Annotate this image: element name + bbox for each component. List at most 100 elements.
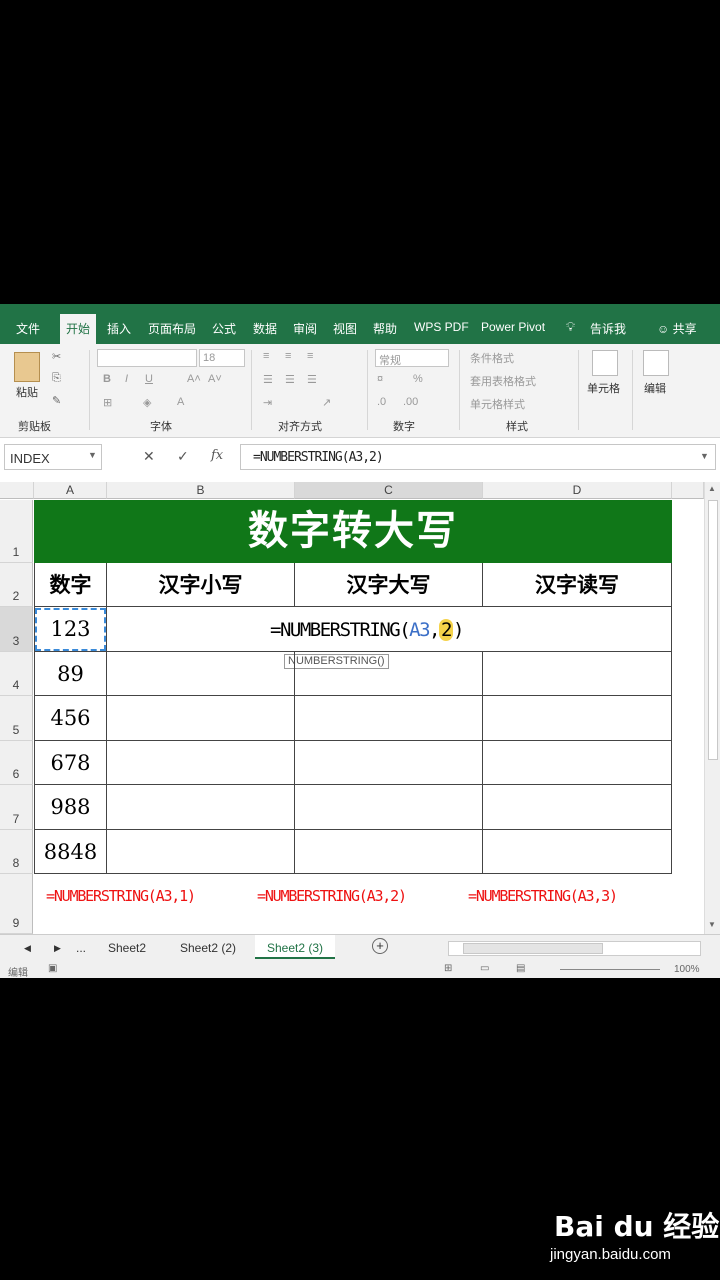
decrease-font-icon[interactable]: A˅ xyxy=(208,373,222,385)
horizontal-scrollbar[interactable] xyxy=(448,941,701,956)
increase-decimal-icon[interactable]: .0 xyxy=(377,396,386,408)
scroll-down-icon[interactable]: ▼ xyxy=(708,920,716,929)
align-top-icon[interactable]: ≡ xyxy=(263,350,269,362)
tab-formulas[interactable]: 公式 xyxy=(212,320,236,337)
header-cell-reading[interactable]: 汉字读写 xyxy=(483,563,672,607)
row-header-2[interactable]: 2 xyxy=(0,563,33,607)
sheet-tab-1[interactable]: Sheet2 xyxy=(108,941,146,955)
cell-c6[interactable] xyxy=(295,741,483,785)
increase-font-icon[interactable]: A˄ xyxy=(187,373,201,385)
format-as-table-button[interactable]: 套用表格格式 xyxy=(470,373,536,389)
bold-icon[interactable]: B xyxy=(103,373,111,385)
zoom-slider[interactable] xyxy=(560,969,660,970)
insert-function-icon[interactable]: fx xyxy=(211,448,223,463)
sheet-tab-2[interactable]: Sheet2 (2) xyxy=(180,941,236,955)
indent-icon[interactable]: ⇥ xyxy=(263,396,272,409)
font-color-icon[interactable]: A xyxy=(177,396,184,408)
tab-power-pivot[interactable]: Power Pivot xyxy=(481,320,545,334)
prev-sheet-icon[interactable]: ◀ xyxy=(24,943,31,954)
column-header-c[interactable]: C xyxy=(295,482,483,499)
tab-help[interactable]: 帮助 xyxy=(373,320,397,337)
share-button[interactable]: ☺ 共享 xyxy=(657,320,697,337)
cell-d7[interactable] xyxy=(483,785,672,830)
column-header-d[interactable]: D xyxy=(483,482,672,499)
cell-b6[interactable] xyxy=(107,741,295,785)
chevron-down-icon[interactable]: ▼ xyxy=(88,450,97,460)
cell-b8[interactable] xyxy=(107,830,295,874)
normal-view-icon[interactable]: ⊞ xyxy=(444,963,452,974)
cell-d4[interactable] xyxy=(483,652,672,696)
tab-view[interactable]: 视图 xyxy=(333,320,357,337)
sheet-tab-3-active[interactable]: Sheet2 (3) xyxy=(255,935,336,959)
search-icon[interactable] xyxy=(643,350,669,376)
tab-file[interactable]: 文件 xyxy=(16,320,40,337)
decrease-decimal-icon[interactable]: .00 xyxy=(403,396,418,408)
cell-b3[interactable] xyxy=(107,607,295,652)
font-name-select[interactable] xyxy=(97,349,197,367)
sheet-title[interactable]: 数字转大写 xyxy=(34,500,672,563)
cut-icon[interactable]: ✂ xyxy=(52,350,61,363)
align-bottom-icon[interactable]: ≡ xyxy=(307,350,313,362)
cell-d5[interactable] xyxy=(483,696,672,741)
fill-color-icon[interactable]: ◈ xyxy=(143,396,151,409)
cell-a6[interactable]: 678 xyxy=(34,741,107,785)
row-header-5[interactable]: 5 xyxy=(0,696,33,741)
row-header-8[interactable]: 8 xyxy=(0,830,33,874)
tab-page-layout[interactable]: 页面布局 xyxy=(148,320,196,337)
column-header-e[interactable] xyxy=(672,482,704,499)
header-cell-upper[interactable]: 汉字大写 xyxy=(295,563,483,607)
cell-editor[interactable]: =NUMBERSTRING(A3, 2) xyxy=(270,619,464,641)
zoom-level[interactable]: 100% xyxy=(674,964,700,975)
italic-icon[interactable]: I xyxy=(125,373,128,385)
cell-a8[interactable]: 8848 xyxy=(34,830,107,874)
align-right-icon[interactable]: ☰ xyxy=(307,373,317,386)
tab-insert[interactable]: 插入 xyxy=(107,320,131,337)
paste-icon[interactable] xyxy=(14,352,40,382)
underline-icon[interactable]: U xyxy=(145,373,153,385)
horizontal-scroll-thumb[interactable] xyxy=(463,943,603,954)
scrollbar-thumb[interactable] xyxy=(708,500,718,760)
font-size-select[interactable]: 18 xyxy=(199,349,245,367)
scroll-up-icon[interactable]: ▲ xyxy=(708,484,716,493)
cells-button[interactable]: 单元格 xyxy=(587,380,620,396)
column-header-a[interactable]: A xyxy=(34,482,107,499)
percent-icon[interactable]: % xyxy=(413,373,423,385)
enter-icon[interactable]: ✓ xyxy=(177,448,189,465)
format-painter-icon[interactable]: ✎ xyxy=(52,394,61,407)
cell-a7[interactable]: 988 xyxy=(34,785,107,830)
border-icon[interactable]: ⊞ xyxy=(103,396,112,409)
number-format-select[interactable]: 常规 xyxy=(375,349,449,367)
conditional-format-button[interactable]: 条件格式 xyxy=(470,350,514,366)
page-layout-view-icon[interactable]: ▭ xyxy=(480,963,489,974)
cell-d3[interactable] xyxy=(483,607,672,652)
formula-input[interactable]: =NUMBERSTRING(A3,2) xyxy=(240,444,716,470)
editing-button[interactable]: 编辑 xyxy=(644,380,666,396)
tab-home[interactable]: 开始 xyxy=(60,314,97,344)
expand-formula-icon[interactable]: ▼ xyxy=(700,451,709,461)
header-cell-number[interactable]: 数字 xyxy=(34,563,107,607)
row-header-6[interactable]: 6 xyxy=(0,741,33,785)
row-header-4[interactable]: 4 xyxy=(0,652,33,696)
column-header-b[interactable]: B xyxy=(107,482,295,499)
tell-me-search[interactable]: 告诉我 xyxy=(590,320,626,337)
cell-d6[interactable] xyxy=(483,741,672,785)
cell-a4[interactable]: 89 xyxy=(34,652,107,696)
cell-c5[interactable] xyxy=(295,696,483,741)
currency-icon[interactable]: ¤ xyxy=(377,373,383,385)
row-header-9[interactable]: 9 xyxy=(0,874,33,934)
add-sheet-button[interactable]: + xyxy=(372,938,388,954)
select-all-corner[interactable] xyxy=(0,482,34,499)
paste-label[interactable]: 粘贴 xyxy=(16,384,38,400)
vertical-scrollbar[interactable]: ▲ ▼ xyxy=(704,482,720,934)
align-middle-icon[interactable]: ≡ xyxy=(285,350,291,362)
row-header-3[interactable]: 3 xyxy=(0,607,33,652)
align-left-icon[interactable]: ☰ xyxy=(263,373,273,386)
cell-a5[interactable]: 456 xyxy=(34,696,107,741)
cell-styles-button[interactable]: 单元格样式 xyxy=(470,396,525,412)
orientation-icon[interactable]: ↗ xyxy=(322,396,331,409)
note-formula-2[interactable]: =NUMBERSTRING(A3,2) xyxy=(257,887,407,905)
page-break-view-icon[interactable]: ▤ xyxy=(516,963,525,974)
cell-b4[interactable] xyxy=(107,652,295,696)
cell-c8[interactable] xyxy=(295,830,483,874)
cell-c4[interactable] xyxy=(295,652,483,696)
